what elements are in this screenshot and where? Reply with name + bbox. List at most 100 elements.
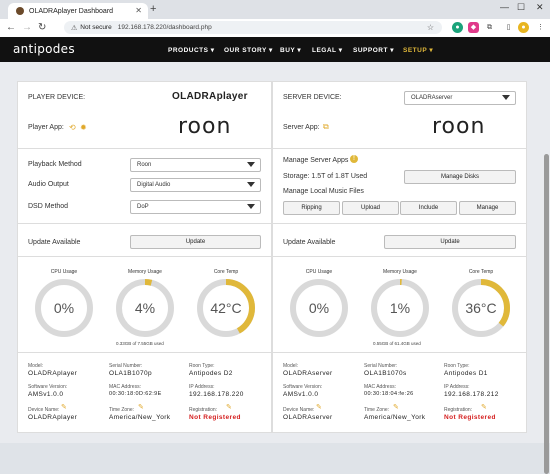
update-button[interactable]: Update xyxy=(130,235,261,249)
edit-icon[interactable]: ✎ xyxy=(226,403,232,411)
edit-icon[interactable]: ✎ xyxy=(481,403,487,411)
manage-server-apps-label: Manage Server Apps xyxy=(283,157,349,164)
audio-output-select[interactable]: Digital Audio xyxy=(130,178,261,192)
menu-kebab-icon[interactable]: ⋮ xyxy=(535,22,546,33)
memory-gauge: 4% xyxy=(115,278,175,338)
forward-icon[interactable]: → xyxy=(22,22,32,33)
cpu-gauge: 0% xyxy=(34,278,94,338)
nav-legal[interactable]: LEGAL ▾ xyxy=(312,46,343,54)
ip-value: 192.168.178.212 xyxy=(444,391,499,398)
roon-type-key: Roon Type: xyxy=(444,363,470,369)
chevron-down-icon xyxy=(247,204,255,209)
registration-key: Registration: xyxy=(444,407,473,413)
nav-support[interactable]: SUPPORT ▾ xyxy=(353,46,394,54)
software-version-value: AMSv1.0.0 xyxy=(283,391,319,398)
site-navbar: antipodes PRODUCTS ▾ OUR STORY ▾ BUY ▾ L… xyxy=(0,37,550,62)
new-tab-icon[interactable]: + xyxy=(150,3,156,15)
extension-icon[interactable]: ◆ xyxy=(468,22,479,33)
ip-value: 192.168.178.220 xyxy=(189,391,244,398)
dsd-method-label: DSD Method xyxy=(28,203,69,210)
gear-icon[interactable]: ✹ xyxy=(80,123,87,132)
external-link-icon[interactable]: ⧉ xyxy=(323,122,329,132)
edit-icon[interactable]: ✎ xyxy=(138,403,144,411)
server-device-label: SERVER DEVICE: xyxy=(283,94,342,101)
core-temp-title: Core Temp xyxy=(468,269,494,275)
dsd-method-select[interactable]: DoP xyxy=(130,200,261,214)
maximize-icon[interactable]: ☐ xyxy=(517,2,525,13)
window-close-icon[interactable]: ✕ xyxy=(536,2,544,13)
browser-tab[interactable]: OLADRAplayer Dashboard ✕ xyxy=(8,3,148,19)
cpu-value: 0% xyxy=(308,300,330,316)
ripping-button[interactable]: Ripping xyxy=(283,201,340,215)
close-tab-icon[interactable]: ✕ xyxy=(135,6,142,15)
audio-output-label: Audio Output xyxy=(28,181,69,188)
info-icon[interactable]: ! xyxy=(350,155,358,163)
mac-value: 00:30:18:0D:62:9E xyxy=(109,391,162,397)
manage-disks-button[interactable]: Manage Disks xyxy=(404,170,516,184)
extensions-puzzle-icon[interactable]: ⧉ xyxy=(484,22,495,33)
playback-method-select[interactable]: Roon xyxy=(130,158,261,172)
memory-gauge: 1% xyxy=(370,278,430,338)
address-bar[interactable]: ⚠ Not secure 192.168.178.220/dashboard.p… xyxy=(64,21,442,34)
manage-music-label: Manage Local Music Files xyxy=(283,188,364,195)
manage-button[interactable]: Manage xyxy=(459,201,516,215)
software-version-key: Software Version: xyxy=(28,384,68,390)
serial-key: Serial Number: xyxy=(109,363,143,369)
registration-value: Not Registered xyxy=(189,414,241,421)
back-icon[interactable]: ← xyxy=(6,22,16,33)
divider xyxy=(18,352,271,353)
divider xyxy=(273,256,526,257)
update-button[interactable]: Update xyxy=(384,235,516,249)
cpu-usage-title: CPU Usage xyxy=(50,269,78,275)
refresh-icon[interactable]: ⟲ xyxy=(69,123,76,132)
server-app-label: Server App: xyxy=(283,124,320,131)
profile-avatar-icon[interactable]: ● xyxy=(518,22,529,33)
tab-title: OLADRAplayer Dashboard xyxy=(29,7,114,15)
edit-icon[interactable]: ✎ xyxy=(393,403,399,411)
nav-our-story[interactable]: OUR STORY ▾ xyxy=(224,46,273,54)
divider xyxy=(18,223,271,224)
sidebar-icon[interactable]: ▯ xyxy=(503,22,514,33)
divider xyxy=(18,256,271,257)
software-version-key: Software Version: xyxy=(283,384,323,390)
player-app-label: Player App: xyxy=(28,124,64,131)
model-value: OLADRAplayer xyxy=(28,370,78,377)
server-device-select[interactable]: OLADRAserver xyxy=(404,91,516,105)
scrollbar-thumb[interactable] xyxy=(544,154,549,474)
time-zone-value: America/New_York xyxy=(109,414,171,421)
bookmark-star-icon[interactable]: ☆ xyxy=(427,23,434,32)
roon-logo: roon xyxy=(178,114,232,139)
cpu-gauge: 0% xyxy=(289,278,349,338)
antipodes-logo[interactable]: antipodes xyxy=(13,42,75,56)
roon-type-key: Roon Type: xyxy=(189,363,215,369)
core-temp-title: Core Temp xyxy=(213,269,239,275)
device-name-value: OLADRAserver xyxy=(283,414,333,421)
update-available-label: Update Available xyxy=(28,239,81,246)
reload-icon[interactable]: ↻ xyxy=(38,22,46,33)
software-version-value: AMSv1.0.0 xyxy=(28,391,64,398)
time-zone-key: Time Zone: xyxy=(109,407,135,413)
nav-buy[interactable]: BUY ▾ xyxy=(280,46,301,54)
model-key: Model: xyxy=(283,363,299,369)
core-temp-value: 36°C xyxy=(465,300,497,316)
upload-button[interactable]: Upload xyxy=(342,201,399,215)
player-device-label: PLAYER DEVICE: xyxy=(28,94,86,101)
edit-icon[interactable]: ✎ xyxy=(316,403,322,411)
chevron-down-icon xyxy=(247,162,255,167)
nav-setup[interactable]: SETUP ▾ xyxy=(403,46,433,54)
extension-icon[interactable]: ● xyxy=(452,22,463,33)
minimize-icon[interactable]: — xyxy=(500,2,509,12)
registration-value: Not Registered xyxy=(444,414,496,421)
edit-icon[interactable]: ✎ xyxy=(61,403,67,411)
playback-method-label: Playback Method xyxy=(28,161,82,168)
serial-value: OLA1B1070s xyxy=(364,370,407,377)
include-button[interactable]: Include xyxy=(400,201,457,215)
cpu-value: 0% xyxy=(53,300,75,316)
core-temp-gauge: 36°C xyxy=(451,278,511,338)
serial-value: OLA1B1070p xyxy=(109,370,153,377)
memory-value: 4% xyxy=(134,300,156,316)
browser-tab-strip: OLADRAplayer Dashboard ✕ + — ☐ ✕ xyxy=(0,0,550,19)
chevron-down-icon xyxy=(502,95,510,100)
nav-products[interactable]: PRODUCTS ▾ xyxy=(168,46,215,54)
scrollbar[interactable] xyxy=(542,62,550,474)
